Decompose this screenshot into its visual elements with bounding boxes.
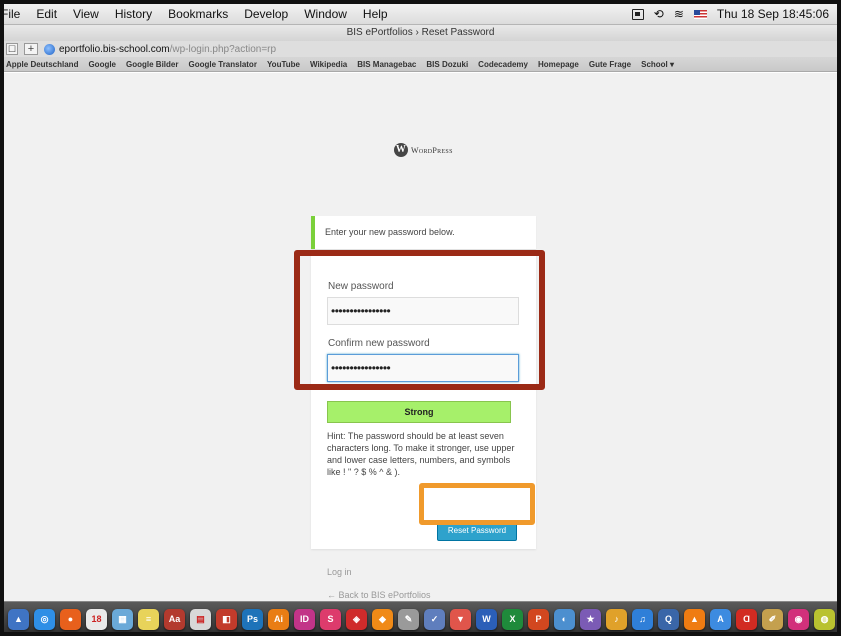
notes-icon[interactable]: ≡ [138,608,159,630]
dock: ▲ ◎ ● 18 ▦ ≡ Aa ▤ ◧ Ps Ai ID S ◈ ◆ ✎ ✓ ▼ W X P ◐ ★ ♪ ♫ Q ▲ A Ɑ ✐ ◉ ◍ [4,601,837,636]
menu-view[interactable]: View [65,7,107,21]
itunes-icon[interactable]: ♫ [632,608,653,630]
wordpress-logo[interactable]: W WordPress [394,143,453,157]
info-message: Enter your new password below. [311,216,536,249]
vlc-cone-icon[interactable]: ▲ [684,608,705,630]
bookmark-item[interactable]: Gute Frage [584,60,636,69]
bookmark-item[interactable]: Google Bilder [121,60,183,69]
safari-icon[interactable]: ◎ [34,608,55,630]
bookmark-item[interactable]: Apple Deutschland [4,60,83,69]
photoshop-icon[interactable]: Ps [242,608,263,630]
menu-edit[interactable]: Edit [28,7,65,21]
menu-help[interactable]: Help [355,7,396,21]
calendar-icon[interactable]: 18 [86,608,107,630]
login-link[interactable]: Log in [327,567,352,577]
globe-icon [44,43,55,55]
photo-booth-icon[interactable]: ◧ [216,608,237,630]
wordpress-icon: W [394,143,408,157]
garageband-icon[interactable]: ♪ [606,608,627,630]
app-store-icon[interactable]: A [710,608,731,630]
imovie-icon[interactable]: ★ [580,608,601,630]
sidebar-toggle-icon[interactable]: ☐ [6,43,18,55]
wifi-icon[interactable]: ≋ [674,7,684,21]
url-bar: ☐ + eportfolio.bis-school.com /wp-login.… [4,41,837,57]
dictionary-icon[interactable]: Aa [164,608,185,630]
bookmark-item[interactable]: BIS Dozuki [421,60,473,69]
page-content: W WordPress Enter your new password belo… [4,73,837,601]
bookmark-item[interactable]: Google Translator [183,60,261,69]
firefox-icon[interactable]: ● [60,608,81,630]
reset-password-form: New password •••••••••••••••• Confirm ne… [311,250,536,549]
pencil-icon[interactable]: ✎ [398,608,419,630]
preview-photos-icon[interactable]: ▦ [112,608,133,630]
textedit-icon[interactable]: ▤ [190,608,211,630]
menu-bookmarks[interactable]: Bookmarks [160,7,236,21]
confirm-password-label: Confirm new password [328,338,430,349]
mac-menubar: File Edit View History Bookmarks Develop… [1,4,837,25]
bookmark-item[interactable]: Google [83,60,121,69]
quicktime-icon[interactable]: Q [658,608,679,630]
wordpress-logo-text: WordPress [411,145,453,155]
script-icon[interactable]: ✓ [424,608,445,630]
bookmark-item[interactable]: Codecademy [473,60,533,69]
dreamweaver-icon[interactable]: S [320,608,341,630]
new-password-input[interactable]: •••••••••••••••• [327,297,519,325]
menu-file[interactable]: File [1,7,28,21]
new-password-label: New password [328,281,394,292]
lips-icon[interactable]: ◉ [788,608,809,630]
status-area: ⟲ ≋ Thu 18 Sep 18:45:06 [631,7,837,21]
illustrator-icon[interactable]: Ai [268,608,289,630]
adobe-reader-icon[interactable]: Ɑ [736,608,757,630]
menu-history[interactable]: History [107,7,160,21]
confirm-password-input[interactable]: •••••••••••••••• [327,354,519,382]
reset-password-button[interactable]: Reset Password [437,521,517,541]
back-to-site-link[interactable]: ← Back to BIS ePortfolios [327,590,431,600]
stickies-icon[interactable]: ▼ [450,608,471,630]
menu-develop[interactable]: Develop [236,7,296,21]
menu-window[interactable]: Window [296,7,355,21]
window-title: BIS ePortfolios › Reset Password [4,25,837,41]
password-strength-indicator: Strong [327,401,511,423]
screenflow-icon[interactable]: ◐ [554,608,575,630]
time-machine-icon[interactable]: ⟲ [654,7,664,21]
url-domain[interactable]: eportfolio.bis-school.com [59,44,170,55]
powerpoint-icon[interactable]: P [528,608,549,630]
bookmark-item[interactable]: School ▾ [636,60,679,69]
clock[interactable]: Thu 18 Sep 18:45:06 [717,7,829,21]
flag-icon[interactable] [693,9,707,19]
vlc-icon[interactable]: ◆ [372,608,393,630]
preview-icon[interactable]: ▲ [8,608,29,630]
bookmarks-bar: Apple Deutschland Google Google Bilder G… [4,57,837,72]
indesign-icon[interactable]: ID [294,608,315,630]
more-icon[interactable]: ◍ [814,608,835,630]
scripting-icon[interactable]: ✐ [762,608,783,630]
word-icon[interactable]: W [476,608,497,630]
excel-icon[interactable]: X [502,608,523,630]
bookmark-item[interactable]: Wikipedia [305,60,352,69]
bookmark-item[interactable]: YouTube [262,60,305,69]
url-path[interactable]: /wp-login.php?action=rp [170,44,276,55]
bookmark-item[interactable]: Homepage [533,60,584,69]
screen-icon[interactable] [631,8,644,20]
password-hint: Hint: The password should be at least se… [327,431,515,477]
acrobat-icon[interactable]: ◈ [346,608,367,630]
add-bookmark-button[interactable]: + [24,43,38,55]
bookmark-item[interactable]: BIS Managebac [352,60,421,69]
